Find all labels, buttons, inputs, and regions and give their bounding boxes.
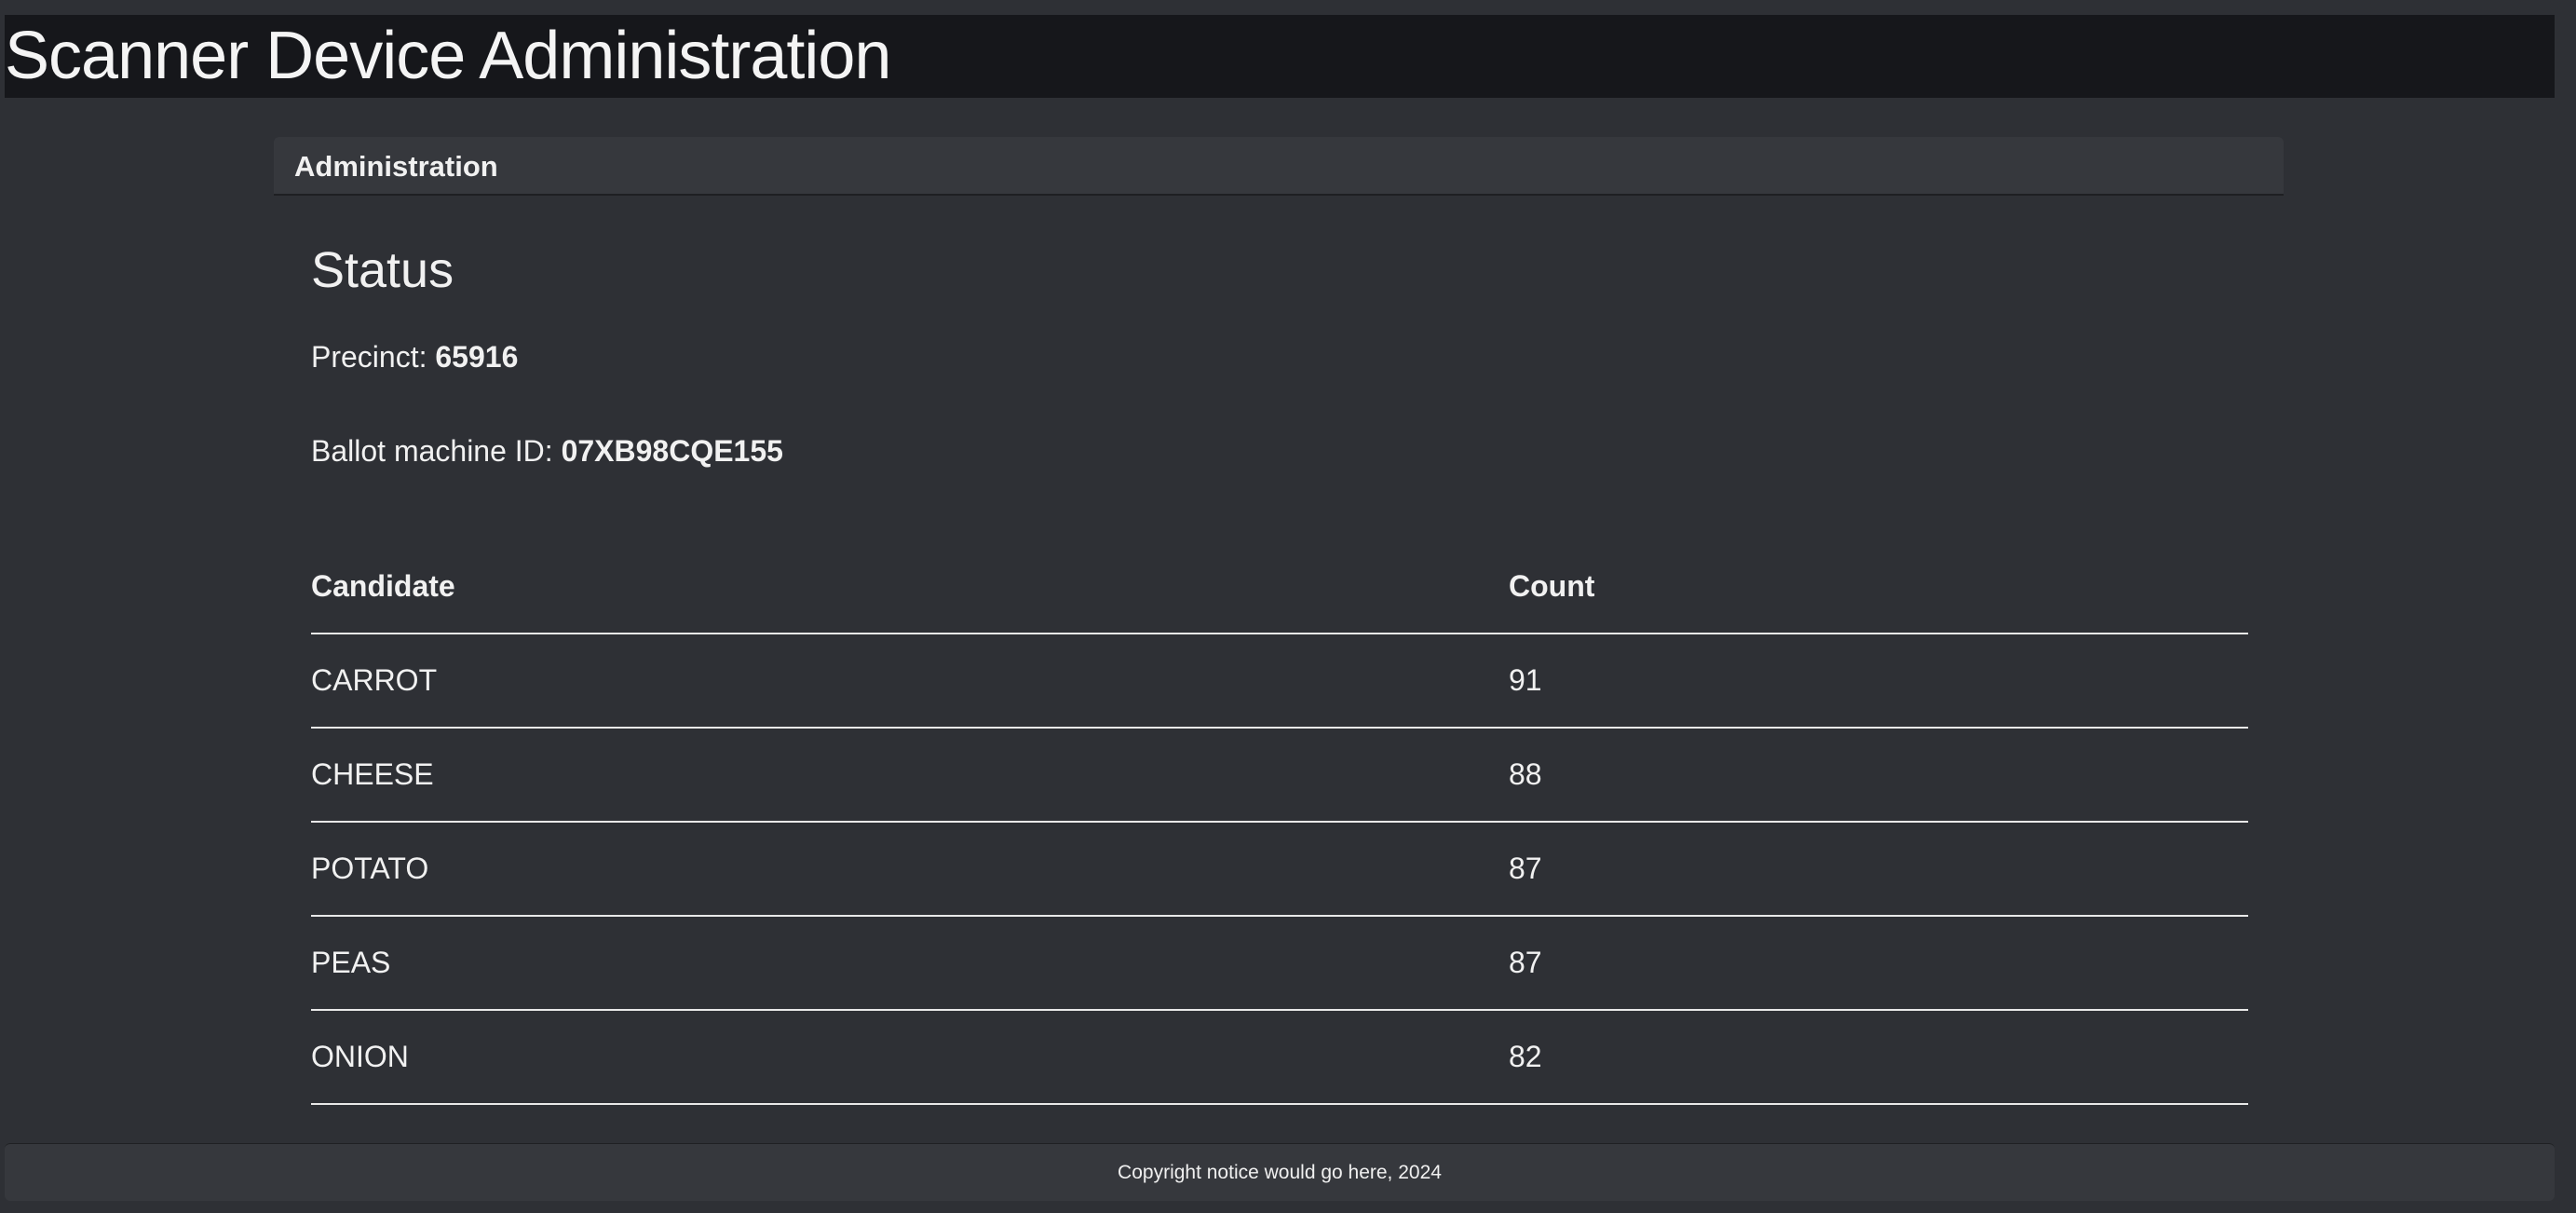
machine-id-value: 07XB98CQE155 bbox=[561, 434, 783, 468]
precinct-value: 65916 bbox=[435, 340, 519, 374]
status-section: Status Precinct: 65916 Ballot machine ID… bbox=[311, 233, 2248, 1105]
candidate-cell: PEAS bbox=[311, 946, 391, 979]
candidate-cell: CARROT bbox=[311, 663, 438, 697]
table-row: POTATO 87 bbox=[311, 823, 2248, 917]
precinct-info: Precinct: 65916 bbox=[311, 340, 518, 375]
count-cell: 87 bbox=[1509, 852, 1542, 885]
candidate-cell: ONION bbox=[311, 1040, 409, 1073]
copyright-notice: Copyright notice would go here, 2024 bbox=[1118, 1162, 1442, 1183]
precinct-label: Precinct: bbox=[311, 340, 427, 374]
machine-id-label: Ballot machine ID: bbox=[311, 434, 553, 468]
count-cell: 82 bbox=[1509, 1040, 1542, 1073]
table-row: CARROT 91 bbox=[311, 634, 2248, 729]
table-header-row: Candidate Count bbox=[311, 540, 2248, 634]
page-header: Scanner Device Administration bbox=[5, 15, 2555, 98]
column-header-count: Count bbox=[1509, 569, 1595, 603]
column-header-candidate: Candidate bbox=[311, 569, 455, 603]
count-cell: 88 bbox=[1509, 757, 1542, 791]
candidate-cell: POTATO bbox=[311, 852, 429, 885]
table-row: CHEESE 88 bbox=[311, 729, 2248, 823]
page-footer: Copyright notice would go here, 2024 bbox=[5, 1143, 2555, 1201]
administration-card-header: Administration bbox=[274, 137, 2284, 196]
table-row: PEAS 87 bbox=[311, 917, 2248, 1011]
status-heading: Status bbox=[311, 242, 454, 298]
page-title: Scanner Device Administration bbox=[5, 19, 891, 93]
count-cell: 87 bbox=[1509, 946, 1542, 979]
card-title: Administration bbox=[294, 150, 498, 183]
results-table: Candidate Count CARROT 91 CHEESE 88 POTA… bbox=[311, 540, 2248, 1105]
machine-id-info: Ballot machine ID: 07XB98CQE155 bbox=[311, 434, 783, 469]
count-cell: 91 bbox=[1509, 663, 1542, 697]
table-row: ONION 82 bbox=[311, 1011, 2248, 1105]
candidate-cell: CHEESE bbox=[311, 757, 434, 791]
